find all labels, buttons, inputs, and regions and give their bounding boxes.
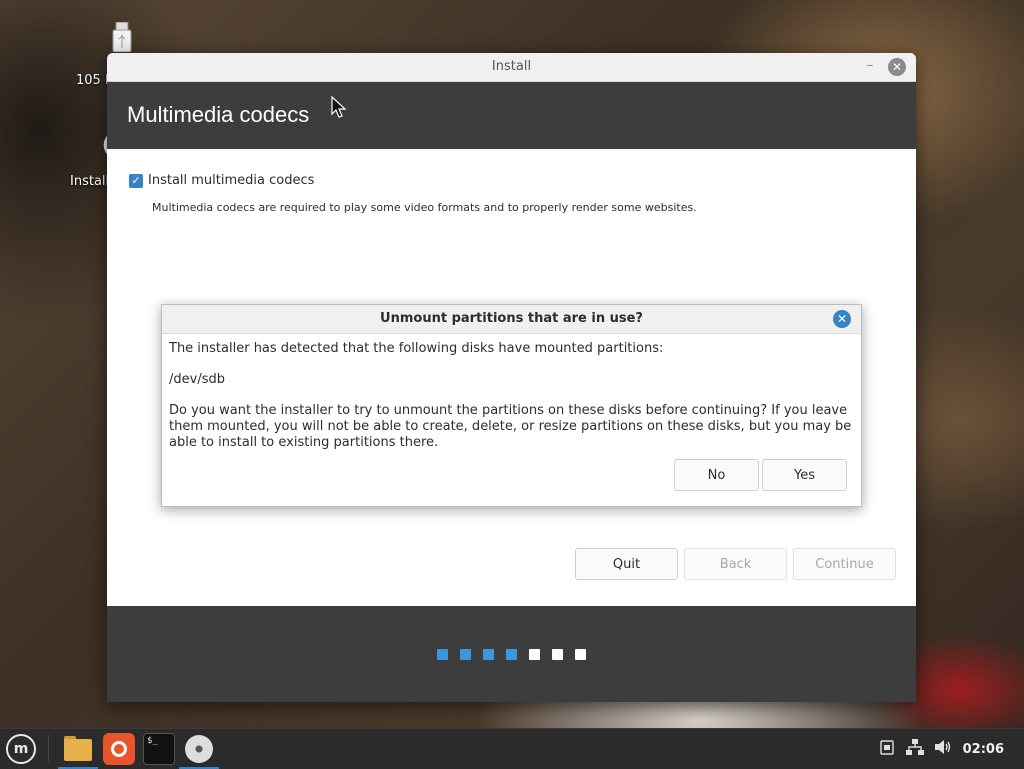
files-folder-icon[interactable] — [62, 733, 94, 765]
window-close-icon[interactable]: ✕ — [888, 58, 906, 76]
dialog-intro-text: The installer has detected that the foll… — [169, 341, 664, 356]
minimize-icon[interactable]: – — [862, 58, 878, 74]
progress-step-done — [437, 649, 448, 660]
window-titlebar[interactable]: Install – ✕ — [107, 53, 916, 82]
quit-button[interactable]: Quit — [575, 548, 678, 580]
yes-button[interactable]: Yes — [762, 459, 847, 491]
system-tray: 02:06 — [877, 729, 1024, 769]
usb-drive-icon[interactable] — [112, 21, 132, 53]
dialog-close-icon[interactable]: ✕ — [833, 310, 851, 328]
install-desktop-label[interactable]: Install — [70, 174, 109, 189]
codecs-checkbox[interactable]: ✓ — [129, 173, 143, 188]
dialog-titlebar[interactable]: Unmount partitions that are in use? ✕ — [162, 305, 861, 334]
page-title: Multimedia codecs — [127, 102, 310, 127]
taskbar-separator — [48, 735, 49, 763]
progress-step-done — [483, 649, 494, 660]
window-title: Install — [491, 59, 532, 74]
back-button[interactable]: Back — [684, 548, 787, 580]
network-icon[interactable] — [905, 739, 925, 759]
volume-icon[interactable] — [933, 739, 953, 759]
codecs-description: Multimedia codecs are required to play s… — [152, 201, 697, 214]
unmount-dialog: Unmount partitions that are in use? ✕ Th… — [161, 304, 862, 507]
mint-menu-icon[interactable]: m — [6, 734, 36, 764]
dialog-body: The installer has detected that the foll… — [169, 341, 854, 451]
page-header: Multimedia codecs — [107, 82, 916, 149]
progress-step-pending — [575, 649, 586, 660]
firefox-icon[interactable] — [103, 733, 135, 765]
progress-step-done — [506, 649, 517, 660]
progress-footer — [107, 606, 916, 702]
clipboard-icon[interactable] — [877, 739, 897, 759]
progress-step-pending — [552, 649, 563, 660]
codecs-checkbox-row[interactable]: ✓ Install multimedia codecs — [129, 173, 314, 188]
mouse-pointer-icon — [331, 96, 347, 118]
no-button[interactable]: No — [674, 459, 759, 491]
taskbar: m $_ 02:06 — [0, 728, 1024, 769]
progress-indicator — [437, 649, 586, 660]
dialog-question-text: Do you want the installer to try to unmo… — [169, 403, 852, 450]
progress-step-done — [460, 649, 471, 660]
continue-button[interactable]: Continue — [793, 548, 896, 580]
clock[interactable]: 02:06 — [963, 742, 1004, 757]
terminal-icon[interactable]: $_ — [143, 733, 175, 765]
installer-disc-icon[interactable] — [183, 733, 215, 765]
dialog-title: Unmount partitions that are in use? — [380, 311, 643, 326]
progress-step-pending — [529, 649, 540, 660]
dialog-disk-path: /dev/sdb — [169, 372, 225, 387]
codecs-checkbox-label[interactable]: Install multimedia codecs — [148, 173, 314, 188]
